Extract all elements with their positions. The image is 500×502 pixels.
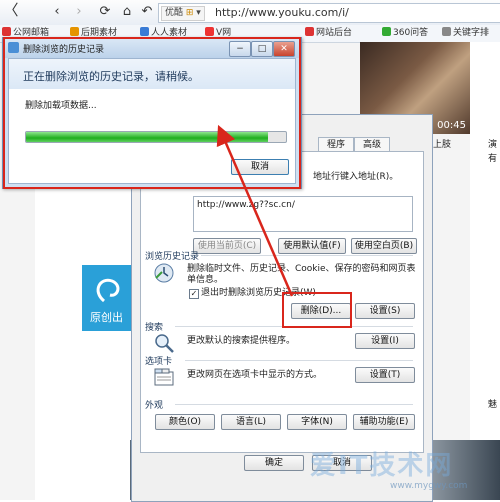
history-settings-button[interactable]: 设置(S) — [355, 303, 415, 319]
refresh-icon[interactable]: ⟳ — [96, 4, 114, 20]
use-current-button[interactable]: 使用当前页(C) — [193, 238, 261, 254]
watermark-text: 爱IT技术网 — [310, 451, 454, 481]
colors-button[interactable]: 颜色(O) — [155, 414, 215, 430]
search-settings-button[interactable]: 设置(I) — [355, 333, 415, 349]
side-text: 演 — [488, 140, 498, 150]
appearance-section-title: 外观 — [145, 401, 164, 411]
video-duration: 00:45 — [437, 120, 466, 131]
grid-icon: ⊞ — [185, 8, 194, 18]
tabs-settings-button[interactable]: 设置(T) — [355, 367, 415, 383]
side-text: 魅 — [488, 400, 498, 410]
tabs-window-icon — [153, 366, 175, 388]
watermark: 爱IT技术网 www.mygwy.com — [280, 425, 500, 495]
app-logo-icon[interactable]: 〈 — [2, 2, 20, 18]
back-icon[interactable]: ‹ — [48, 4, 66, 20]
site-badge[interactable]: 优酷 ⊞ ▾ — [161, 6, 205, 21]
tabs-description: 更改网页在选项卡中显示的方式。 — [187, 370, 323, 380]
site-badge-label: 优酷 — [165, 8, 184, 18]
history-section-title: 浏览历史记录 — [145, 252, 200, 262]
original-tile[interactable]: 原创出 — [82, 265, 137, 331]
dialog-highlight-box — [3, 37, 301, 189]
homepage-textarea[interactable]: http://www.zg??sc.cn/ — [193, 196, 413, 232]
divider — [175, 404, 413, 405]
use-blank-button[interactable]: 使用空白页(B) — [351, 238, 417, 254]
swirl-icon — [96, 278, 120, 303]
home-icon[interactable]: ⌂ — [118, 4, 136, 20]
homepage-url: http://www.zg??sc.cn/ — [197, 200, 295, 210]
homepage-hint: 地址行键入地址(R)。 — [313, 172, 399, 182]
delete-on-exit-checkbox[interactable]: ✓ — [189, 289, 199, 299]
bookmark-item[interactable]: 网站后台 — [305, 27, 352, 40]
languages-button[interactable]: 语言(L) — [221, 414, 281, 430]
url-text: http://www.youku.com/i/ — [215, 6, 349, 19]
browser-toolbar: 〈 ‹ › ⟳ ⌂ ↶ 优酷 ⊞ ▾ http://www.youku.com/… — [0, 0, 500, 26]
bookmark-item[interactable]: 关键字排 — [442, 27, 489, 40]
watermark-url: www.mygwy.com — [390, 481, 468, 491]
bookmark-item[interactable]: 360问答 — [382, 27, 428, 40]
search-description: 更改默认的搜索提供程序。 — [187, 336, 296, 346]
use-default-button[interactable]: 使用默认值(F) — [278, 238, 346, 254]
undo-icon[interactable]: ↶ — [138, 4, 156, 20]
divider — [201, 255, 413, 256]
tab-programs[interactable]: 程序 — [318, 137, 354, 152]
divider — [185, 360, 413, 361]
forward-icon[interactable]: › — [70, 4, 88, 20]
side-text: 上肢 — [433, 140, 452, 150]
history-description: 删除临时文件、历史记录、Cookie、保存的密码和网页表单信息。 — [187, 264, 416, 285]
history-clock-icon — [153, 262, 175, 284]
magnifier-icon — [153, 332, 175, 354]
side-text: 有 — [488, 154, 498, 164]
address-bar[interactable]: 优酷 ⊞ ▾ http://www.youku.com/i/ — [158, 3, 500, 23]
delete-highlight-box — [282, 292, 352, 328]
tab-advanced[interactable]: 高级 — [354, 137, 390, 152]
tile-label: 原创出 — [90, 311, 123, 324]
